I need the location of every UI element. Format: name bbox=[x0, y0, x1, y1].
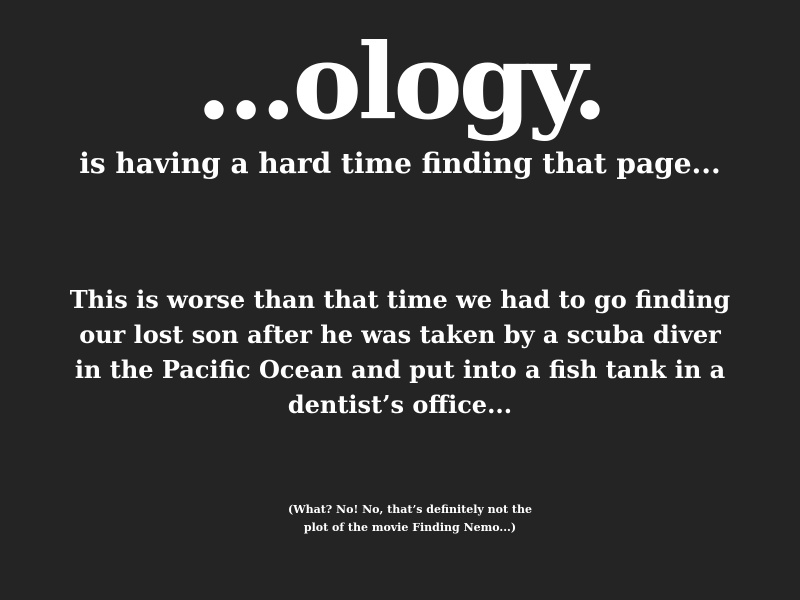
footnote-line: (What? No! No, that’s definitely not the bbox=[288, 503, 532, 516]
logo-wordmark: ...ology. bbox=[195, 20, 608, 143]
message-line: dentist’s office... bbox=[287, 390, 513, 419]
message-line: our lost son after he was taken by a scu… bbox=[79, 320, 721, 349]
footnote-line: plot of the movie Finding Nemo...) bbox=[303, 521, 517, 534]
message-line: This is worse than that time we had to g… bbox=[69, 285, 731, 314]
message-line: in the Pacific Ocean and put into a fish… bbox=[74, 355, 726, 384]
error-message: This is worse than that time we had to g… bbox=[40, 282, 760, 422]
footnote: (What? No! No, that’s definitely not the… bbox=[250, 501, 570, 537]
page-subtitle: is having a hard time finding that page.… bbox=[79, 147, 721, 180]
